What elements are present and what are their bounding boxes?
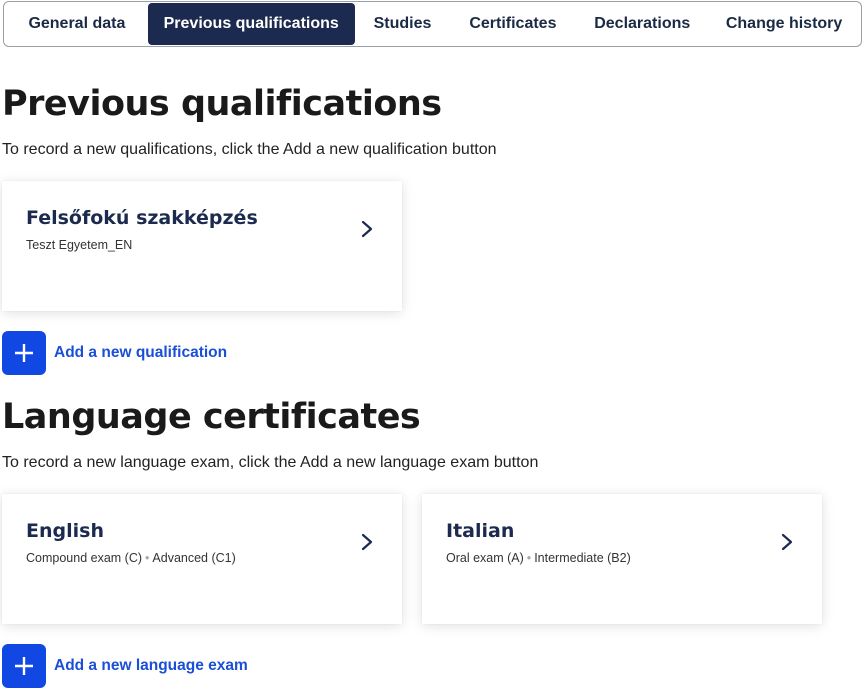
chevron-right-icon	[361, 533, 373, 551]
qualification-card[interactable]: Felsőfokú szakképzés Teszt Egyetem_EN	[2, 181, 402, 311]
language-title: Italian	[446, 520, 515, 542]
chevron-right-icon	[361, 220, 373, 238]
tab-certificates[interactable]: Certificates	[450, 3, 575, 45]
add-qualification-label: Add a new qualification	[54, 344, 228, 361]
exam-level: Intermediate (B2)	[534, 551, 631, 565]
language-card-english[interactable]: English Compound exam (C) • Advanced (C1)	[2, 494, 402, 624]
tab-previous-qualifications[interactable]: Previous qualifications	[147, 3, 355, 45]
qualifications-hint: To record a new qualifications, click th…	[2, 141, 497, 158]
add-language-exam-label: Add a new language exam	[54, 657, 248, 674]
tab-declarations[interactable]: Declarations	[575, 3, 709, 45]
tab-studies[interactable]: Studies	[355, 3, 451, 45]
exam-level: Advanced (C1)	[152, 551, 236, 565]
languages-heading: Language certificates	[2, 397, 421, 437]
add-language-exam-button[interactable]: Add a new language exam	[2, 644, 248, 688]
separator-dot: •	[145, 551, 150, 565]
exam-type: Compound exam (C)	[26, 551, 143, 565]
separator-dot: •	[526, 551, 532, 565]
add-qualification-button[interactable]: Add a new qualification	[2, 331, 227, 375]
exam-type: Oral exam (A)	[446, 551, 524, 565]
tab-general-data[interactable]: General data	[6, 3, 148, 45]
tab-change-history[interactable]: Change history	[709, 3, 859, 45]
tab-bar: General data Previous qualifications Stu…	[3, 1, 862, 47]
language-details: Oral exam (A) • Intermediate (B2)	[446, 551, 631, 565]
plus-icon	[2, 331, 46, 375]
languages-hint: To record a new language exam, click the…	[2, 454, 539, 471]
qualification-title: Felsőfokú szakképzés	[26, 207, 258, 229]
language-title: English	[26, 520, 104, 542]
chevron-right-icon	[781, 533, 793, 551]
qualification-institution: Teszt Egyetem_EN	[26, 238, 133, 252]
qualifications-heading: Previous qualifications	[2, 84, 442, 124]
language-card-italian[interactable]: Italian Oral exam (A) • Intermediate (B2)	[422, 494, 822, 624]
plus-icon	[2, 644, 46, 688]
language-details: Compound exam (C) • Advanced (C1)	[26, 551, 236, 565]
